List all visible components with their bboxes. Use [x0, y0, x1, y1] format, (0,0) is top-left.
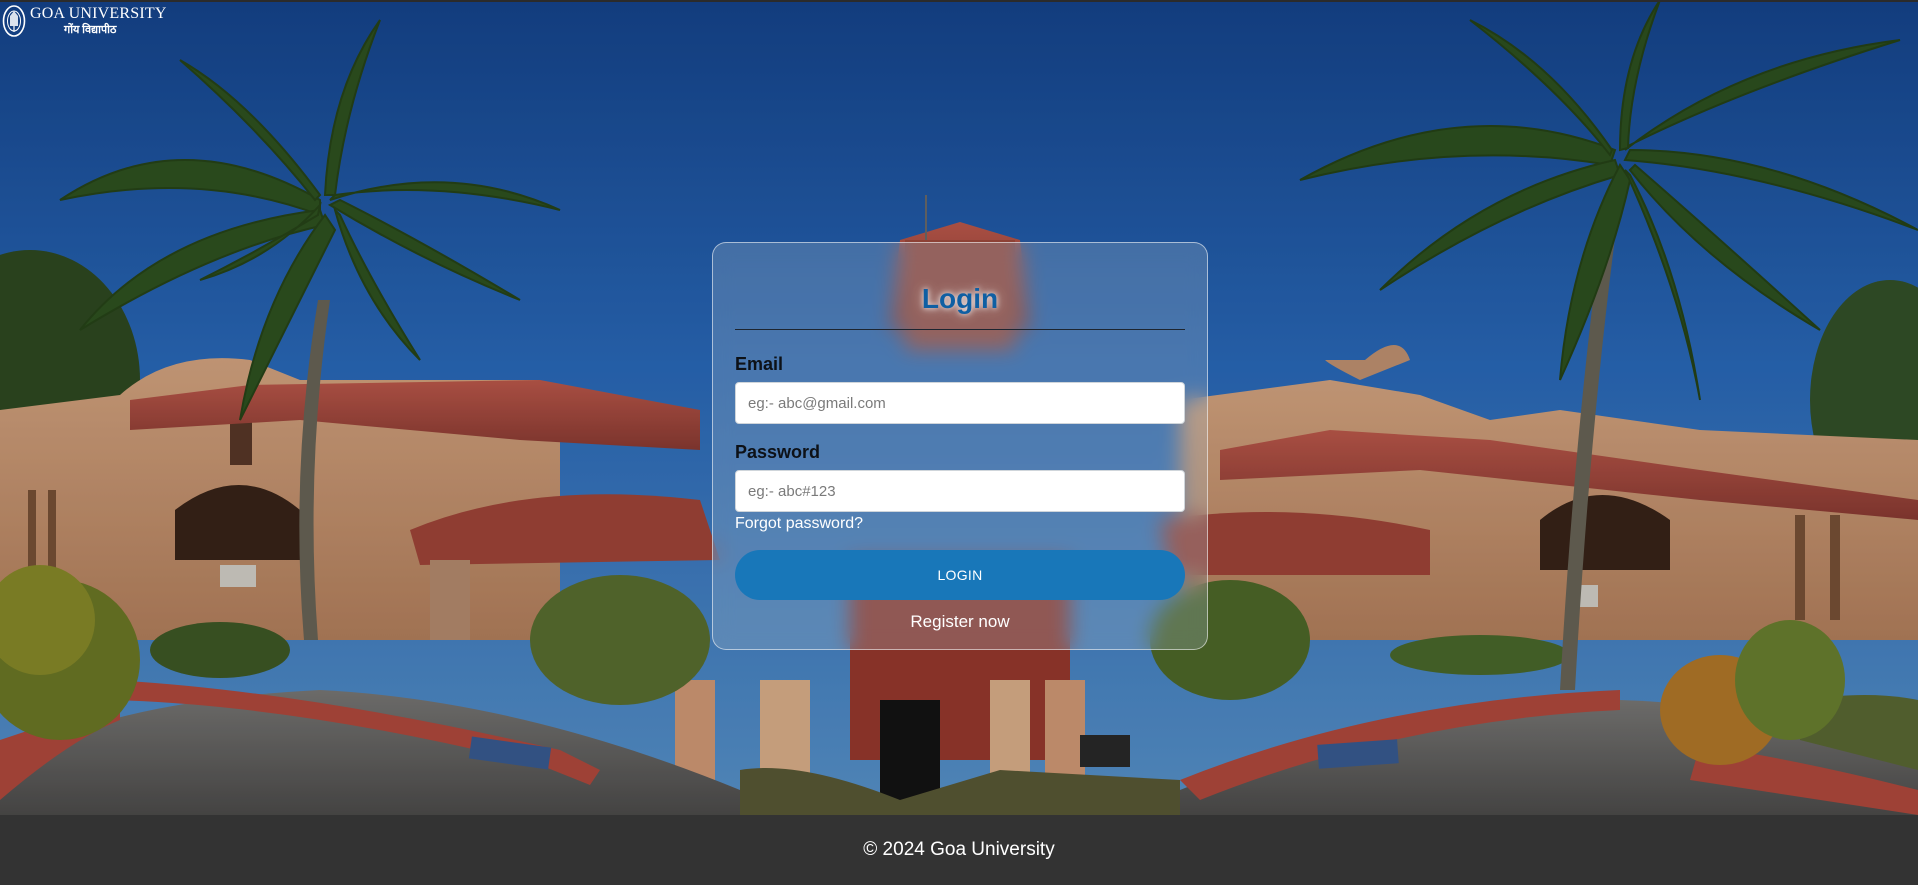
password-input[interactable] [735, 470, 1185, 512]
forgot-password-link[interactable]: Forgot password? [735, 515, 863, 533]
footer-copyright: © 2024 Goa University [863, 839, 1055, 860]
university-logo[interactable]: GOA UNIVERSITY गोंय विद्यापीठ [2, 4, 167, 38]
brand-name: GOA UNIVERSITY [30, 5, 167, 22]
brand-name-devanagari: गोंय विद्यापीठ [64, 24, 117, 36]
login-title: Login [921, 283, 999, 314]
email-label: Email [735, 354, 784, 374]
university-emblem-icon [2, 5, 26, 37]
login-button[interactable]: LOGIN [735, 550, 1185, 600]
email-input[interactable] [735, 382, 1185, 424]
login-card: Login Email Password Forgot password? LO… [712, 242, 1208, 650]
top-border [0, 0, 1918, 2]
brand-text: GOA UNIVERSITY गोंय विद्यापीठ [30, 4, 167, 36]
footer: © 2024 Goa University [0, 815, 1918, 885]
login-page: GOA UNIVERSITY गोंय विद्यापीठ Login Emai… [0, 0, 1918, 885]
title-divider [735, 329, 1185, 330]
register-link[interactable]: Register now [735, 612, 1185, 632]
password-label: Password [735, 442, 821, 462]
